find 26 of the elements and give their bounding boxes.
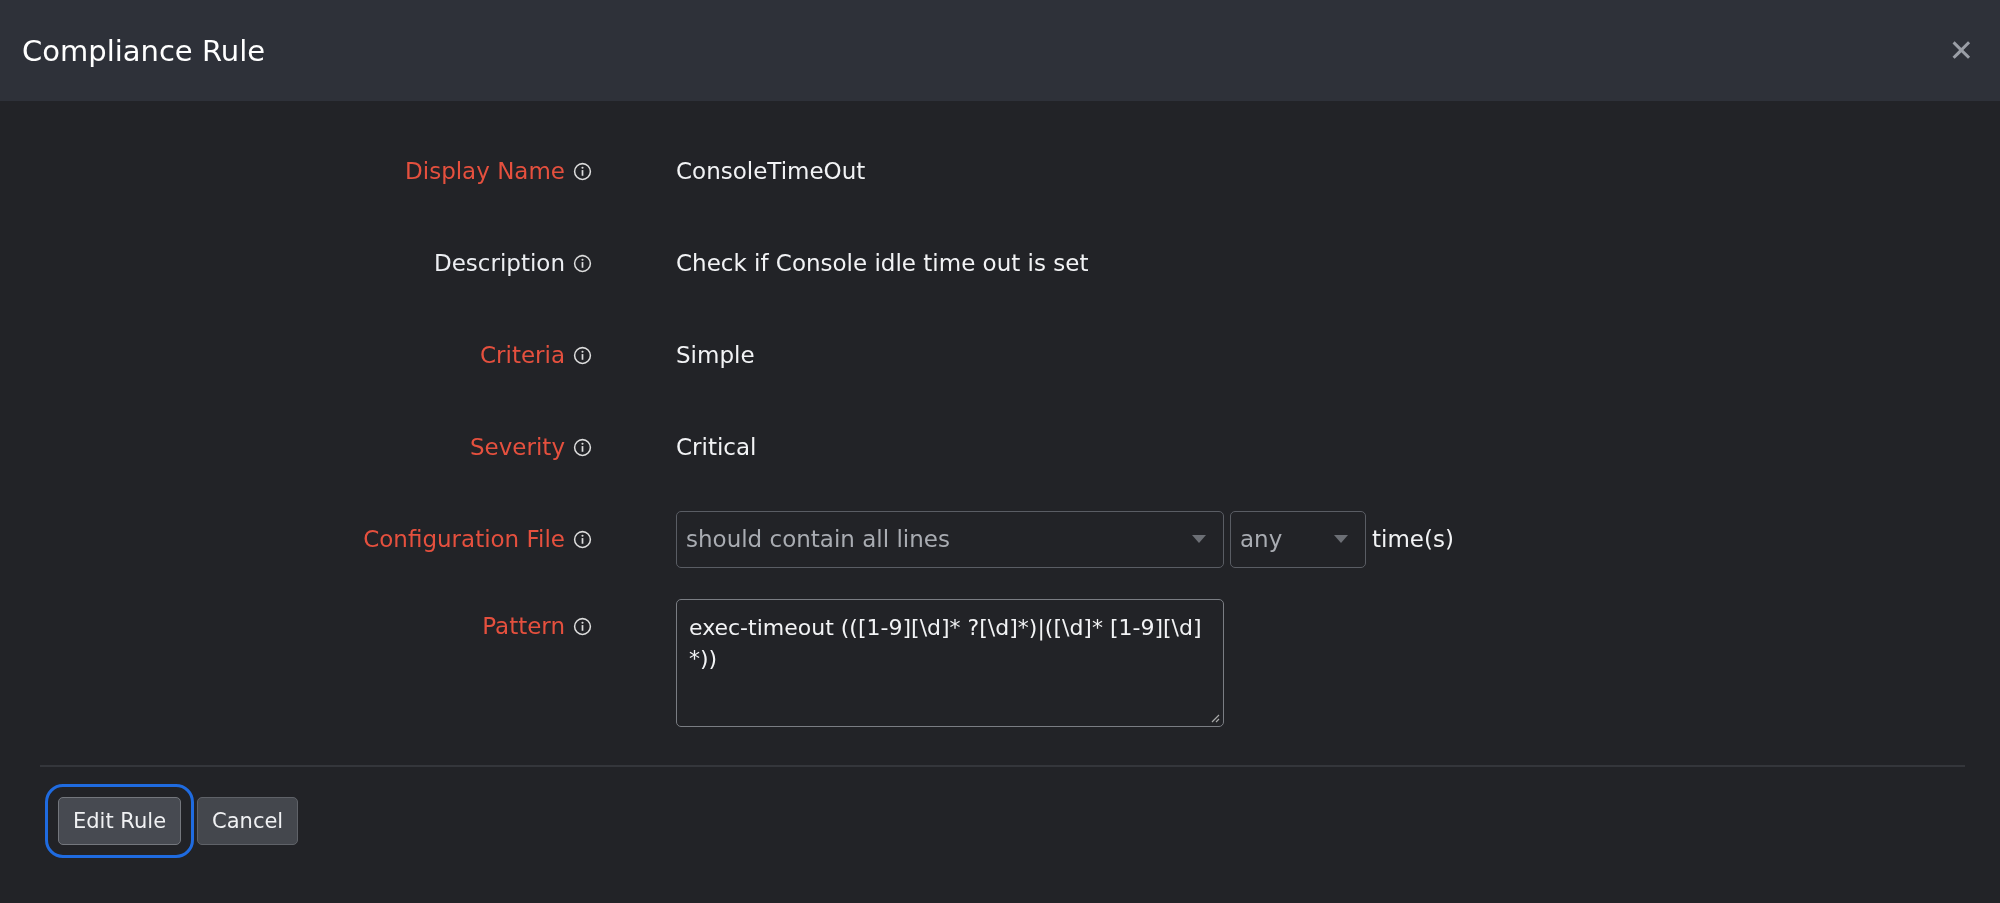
- dialog-title: Compliance Rule: [22, 33, 266, 68]
- action-button[interactable]: Cancel: [197, 797, 299, 845]
- close-button[interactable]: ✕: [1944, 33, 1978, 68]
- condition-dropdown[interactable]: should contain all lines: [676, 510, 1224, 568]
- field-value: ConsoleTimeOut: [676, 158, 867, 184]
- unit-label: time(s): [1372, 526, 1454, 552]
- caret-icon: [1333, 534, 1349, 544]
- caret-icon: [1191, 534, 1207, 544]
- field-label: Configuration File: [363, 526, 565, 552]
- field-value: Check if Console idle time out is set: [676, 250, 1090, 276]
- info-icon[interactable]: [573, 529, 592, 549]
- field-label: Display Name: [405, 158, 565, 184]
- resize-grip-icon[interactable]: [1210, 713, 1220, 723]
- field-label: Description: [434, 250, 565, 276]
- field-label: Criteria: [480, 342, 565, 368]
- info-icon[interactable]: [573, 253, 592, 273]
- info-icon[interactable]: [573, 437, 592, 457]
- info-icon[interactable]: [573, 345, 592, 365]
- field-value: Critical: [676, 434, 758, 460]
- pattern-textarea[interactable]: exec-timeout (([1-9][\d]* ?[\d]*)|([\d]* [1-9][\d]*)): [676, 599, 1224, 727]
- info-icon[interactable]: [573, 616, 592, 636]
- count-dropdown[interactable]: any: [1230, 510, 1366, 568]
- info-icon[interactable]: [573, 161, 592, 181]
- field-label: Severity: [470, 434, 565, 460]
- field-label: Pattern: [482, 613, 565, 639]
- field-value: Simple: [676, 342, 756, 368]
